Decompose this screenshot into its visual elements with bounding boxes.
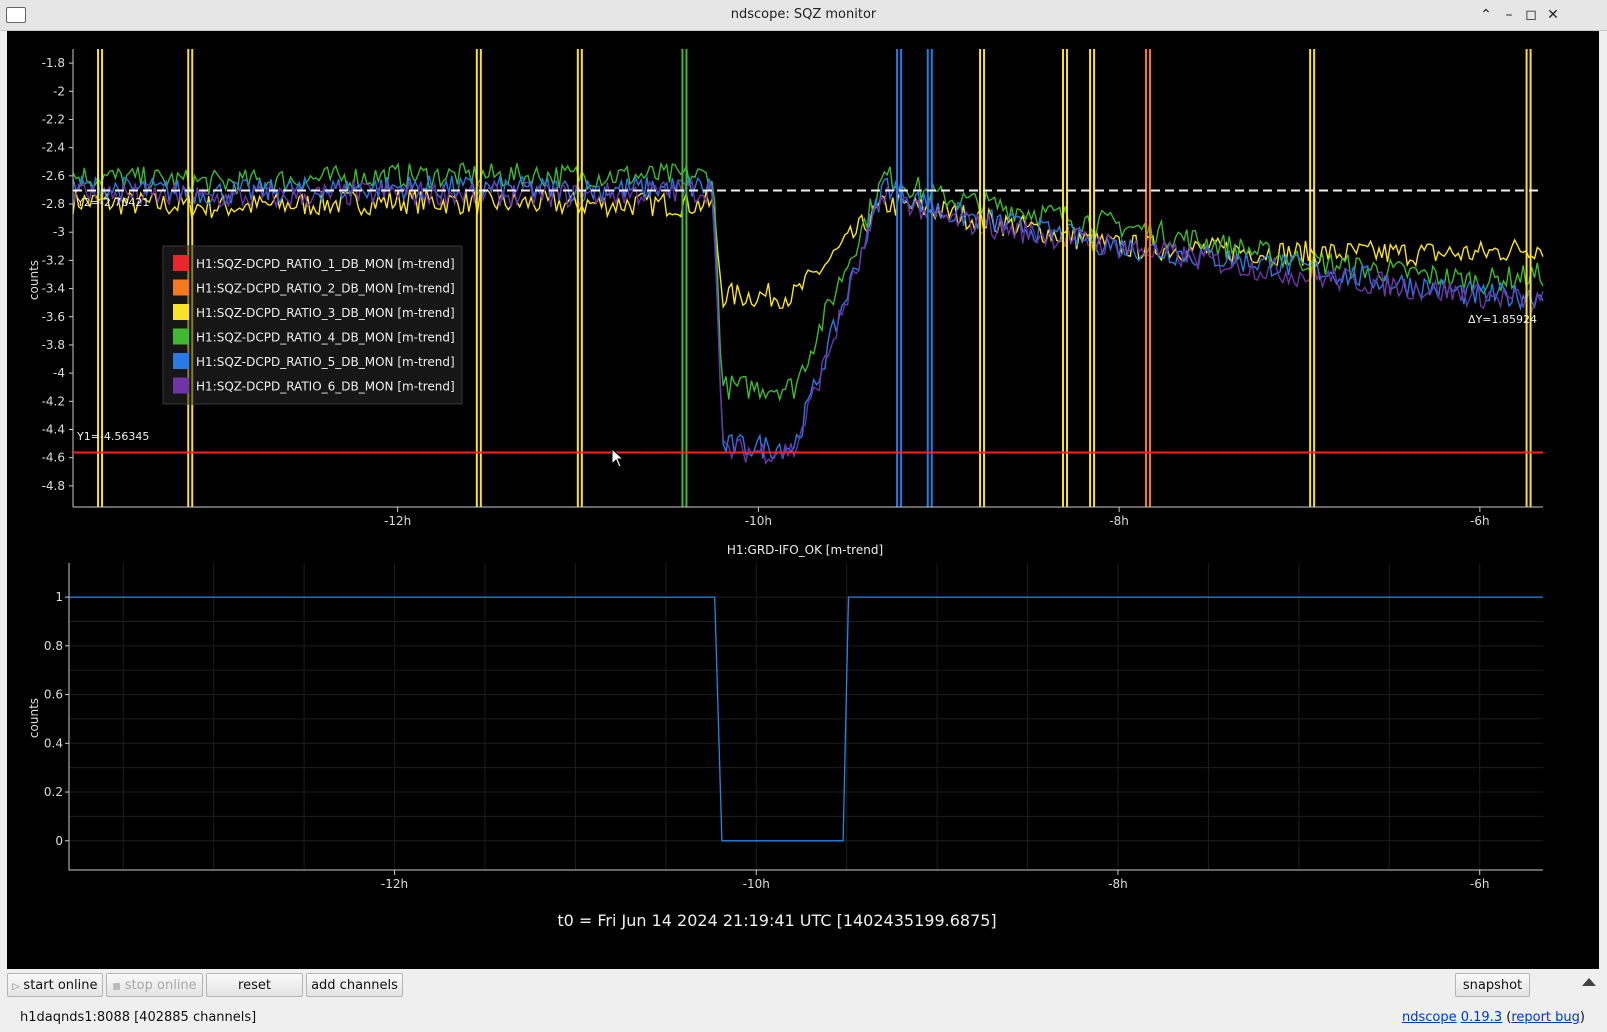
expand-arrow-icon[interactable]	[1582, 978, 1596, 986]
top-y-tick-label: -4	[53, 366, 65, 380]
close-icon[interactable]: ✕	[1544, 6, 1562, 24]
report-bug-link[interactable]: report bug	[1511, 1010, 1580, 1025]
top-y-axis-label: counts	[27, 260, 41, 300]
bottom-y-axis-label: counts	[27, 698, 41, 738]
bottom-x-tick-label: -8h	[1108, 877, 1128, 891]
legend-swatch	[173, 328, 189, 345]
top-x-tick-label: -10h	[745, 514, 772, 528]
bottom-toolbar: ▷ start online ■ stop online reset add cha…	[0, 970, 1607, 1002]
keep-above-icon[interactable]: ⌃	[1477, 6, 1495, 24]
cursor-y1-label: Y1=-4.56345	[76, 430, 149, 443]
top-y-tick-label: -2.8	[42, 197, 65, 211]
bottom-y-tick-label: 0.2	[44, 785, 63, 799]
delta-y-label: ΔY=1.85924	[1468, 313, 1537, 326]
snapshot-button[interactable]: snapshot	[1455, 973, 1530, 997]
top-y-tick-label: -3.4	[42, 282, 65, 296]
bottom-x-ticks: -12h -10h -8h -6h	[381, 870, 1490, 891]
top-y-ticks: -1.8 -2 -2.2 -2.4 -2.6 -2.8 -3 -3.2 -3.4 -3.6 -3.8…	[42, 56, 73, 493]
cursor-y2-label: Y2=-2.70421	[76, 196, 149, 209]
legend-label[interactable]: H1:SQZ-DCPD_RATIO_3_DB_MON [m-trend]	[196, 306, 455, 320]
legend-swatch	[173, 304, 189, 320]
top-y-tick-label: -2.6	[42, 169, 65, 183]
top-y-tick-label: -3.2	[42, 253, 65, 267]
top-x-tick-label: -6h	[1470, 514, 1490, 528]
maximize-icon[interactable]: ◻	[1522, 6, 1540, 24]
bottom-grid	[69, 563, 1543, 870]
ndscope-link[interactable]: ndscope	[1402, 1010, 1457, 1025]
bottom-x-tick-label: -12h	[381, 877, 408, 891]
bottom-y-tick-label: 0	[55, 834, 63, 848]
reset-button[interactable]: reset	[206, 973, 303, 997]
top-y-tick-label: -4.4	[42, 422, 65, 436]
bottom-x-tick-label: -6h	[1470, 877, 1490, 891]
top-y-tick-label: -2.4	[42, 141, 65, 155]
legend[interactable]: H1:SQZ-DCPD_RATIO_1_DB_MON [m-trend] H1:S…	[162, 245, 463, 405]
start-online-label: start online	[23, 978, 98, 993]
bottom-plot-title: H1:GRD-IFO_OK [m-trend]	[727, 543, 883, 557]
connection-status: h1daqnds1:8088 [402885 channels]	[20, 1010, 257, 1025]
top-y-tick-label: -3	[53, 225, 65, 239]
legend-label[interactable]: H1:SQZ-DCPD_RATIO_6_DB_MON [m-trend]	[196, 380, 455, 394]
legend-swatch	[173, 377, 189, 394]
legend-swatch	[173, 255, 189, 271]
legend-label[interactable]: H1:SQZ-DCPD_RATIO_5_DB_MON [m-trend]	[196, 355, 455, 369]
version-info: ndscope 0.19.3 (report bug)	[1401, 1010, 1585, 1025]
bottom-y-tick-label: 0.8	[44, 639, 63, 653]
bottom-y-tick-label: 0.6	[44, 688, 63, 702]
bottom-y-tick-label: 0.4	[44, 736, 63, 750]
top-y-tick-label: -1.8	[42, 56, 65, 70]
bottom-plot[interactable]: H1:GRD-IFO_OK [m-trend] 1 0.8 0.6 0.4 0.2 0 -…	[27, 543, 1543, 891]
top-y-tick-label: -4.6	[42, 451, 65, 465]
bottom-y-tick-label: 1	[55, 590, 63, 604]
stop-online-button[interactable]: ■ stop online	[106, 973, 203, 997]
legend-label[interactable]: H1:SQZ-DCPD_RATIO_4_DB_MON [m-trend]	[196, 331, 455, 345]
play-icon: ▷	[12, 982, 20, 992]
minimize-icon[interactable]: –	[1500, 6, 1518, 24]
top-y-tick-label: -2.2	[42, 112, 65, 126]
top-y-tick-label: -2	[53, 84, 65, 98]
status-bar: h1daqnds1:8088 [402885 channels] ndscope…	[0, 1004, 1607, 1032]
bottom-y-ticks: 1 0.8 0.6 0.4 0.2 0	[44, 590, 69, 848]
bottom-x-tick-label: -10h	[743, 877, 770, 891]
top-y-tick-label: -3.8	[42, 338, 65, 352]
top-x-ticks: -12h -10h -8h -6h	[384, 507, 1490, 528]
plots-canvas[interactable]: -1.8 -2 -2.2 -2.4 -2.6 -2.8 -3 -3.2 -3.4 -3.6 -3.8…	[7, 31, 1599, 969]
window-titlebar[interactable]: ndscope: SQZ monitor ⌃ – ◻ ✕	[0, 0, 1607, 31]
legend-swatch	[173, 279, 189, 296]
stop-icon: ■	[112, 982, 121, 992]
top-plot[interactable]: -1.8 -2 -2.2 -2.4 -2.6 -2.8 -3 -3.2 -3.4 -3.6 -3.8…	[27, 49, 1544, 528]
top-y-tick-label: -4.8	[42, 479, 65, 493]
window-title: ndscope: SQZ monitor	[730, 7, 877, 22]
top-x-tick-label: -8h	[1109, 514, 1129, 528]
top-x-tick-label: -12h	[384, 514, 411, 528]
legend-swatch	[173, 353, 189, 369]
legend-label[interactable]: H1:SQZ-DCPD_RATIO_2_DB_MON [m-trend]	[196, 282, 455, 296]
plot-area[interactable]: -1.8 -2 -2.2 -2.4 -2.6 -2.8 -3 -3.2 -3.4 -3.6 -3.8…	[7, 31, 1599, 969]
version-link[interactable]: 0.19.3	[1461, 1010, 1502, 1025]
t0-label: t0 = Fri Jun 14 2024 21:19:41 UTC [14024…	[557, 911, 996, 930]
start-online-button[interactable]: ▷ start online	[7, 973, 103, 997]
add-channels-button[interactable]: add channels	[306, 973, 403, 997]
legend-label[interactable]: H1:SQZ-DCPD_RATIO_1_DB_MON [m-trend]	[196, 257, 455, 271]
top-y-tick-label: -3.6	[42, 310, 65, 324]
stop-online-label: stop online	[124, 978, 197, 993]
top-y-tick-label: -4.2	[42, 394, 65, 408]
